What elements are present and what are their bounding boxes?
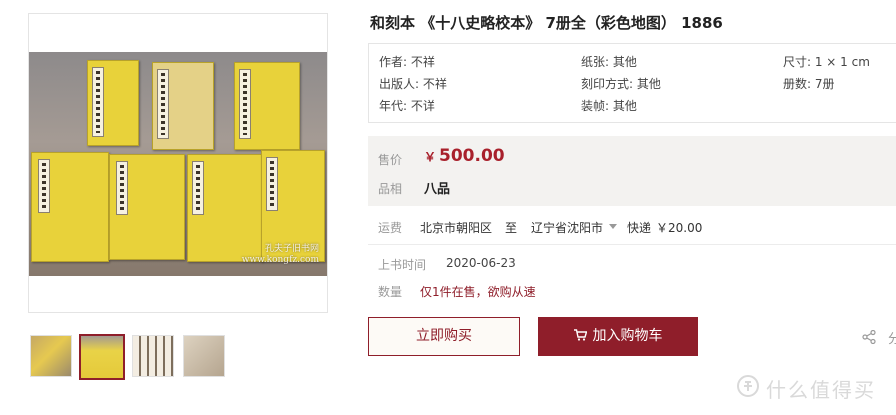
shipping-from: 北京市朝阳区 xyxy=(420,221,493,235)
book-image xyxy=(87,60,139,146)
book-image xyxy=(234,62,300,150)
share-label: 分 xyxy=(888,332,896,347)
book-image xyxy=(152,62,214,150)
main-product-image-frame[interactable]: 孔夫子旧书网 www.kongfz.com xyxy=(28,13,328,313)
shipping-fee: ￥20.00 xyxy=(656,221,703,235)
attr-size: 尺寸: 1 × 1 cm xyxy=(783,55,870,69)
cart-icon xyxy=(573,329,587,341)
attr-paper: 纸张: 其他 xyxy=(581,55,637,69)
share-icon xyxy=(862,330,876,344)
quantity-text: 仅1件在售，欲购从速 xyxy=(420,285,536,299)
listing-date-label: 上书时间 xyxy=(378,258,427,272)
price-amount: 500.00 xyxy=(439,146,505,166)
attr-print-method: 刻印方式: 其他 xyxy=(581,77,661,91)
book-image xyxy=(31,152,109,262)
thumbnail-2-selected[interactable] xyxy=(79,334,125,380)
attr-volumes: 册数: 7册 xyxy=(783,77,835,91)
thumbnail-4[interactable] xyxy=(183,335,225,377)
condition-label: 品相 xyxy=(378,182,403,196)
listing-date-value: 2020-06-23 xyxy=(446,256,516,270)
brand-text: 什么值得买 xyxy=(766,378,876,402)
dropdown-caret-icon[interactable] xyxy=(609,224,617,229)
shipping-destination-select[interactable]: 辽宁省沈阳市 xyxy=(531,219,603,236)
shipping-label: 运费 xyxy=(378,221,403,235)
price-label: 售价 xyxy=(378,153,403,167)
thumbnail-1[interactable] xyxy=(30,335,72,377)
shipping-method: 快递 xyxy=(627,221,652,235)
image-watermark: 孔夫子旧书网 www.kongfz.com xyxy=(241,244,319,265)
quantity-label: 数量 xyxy=(378,285,403,299)
product-title: 和刻本 《十八史略校本》 7册全（彩色地图） 1886 xyxy=(370,14,723,32)
price-value: ￥ 500.00 xyxy=(424,146,505,166)
divider xyxy=(368,244,896,245)
attr-binding: 装帧: 其他 xyxy=(581,99,637,113)
currency-symbol: ￥ xyxy=(424,150,437,164)
buy-now-button[interactable]: 立即购买 xyxy=(368,317,520,356)
thumbnail-3[interactable] xyxy=(132,335,174,377)
price-box: 售价 ￥ 500.00 品相 八品 xyxy=(368,136,896,206)
brand-logo-icon xyxy=(737,375,759,397)
main-product-photo[interactable]: 孔夫子旧书网 www.kongfz.com xyxy=(29,52,327,276)
attr-era: 年代: 不详 xyxy=(379,99,435,113)
attr-publisher: 出版人: 不祥 xyxy=(379,77,447,91)
add-to-cart-button[interactable]: 加入购物车 xyxy=(538,317,698,356)
attributes-table: 作者: 不祥 纸张: 其他 尺寸: 1 × 1 cm 出版人: 不祥 刻印方式:… xyxy=(368,43,896,123)
condition-value: 八品 xyxy=(424,182,451,197)
shipping-to-word: 至 xyxy=(505,221,518,235)
attr-author: 作者: 不祥 xyxy=(379,55,435,69)
add-to-cart-label: 加入购物车 xyxy=(592,328,663,344)
book-image xyxy=(109,154,185,260)
